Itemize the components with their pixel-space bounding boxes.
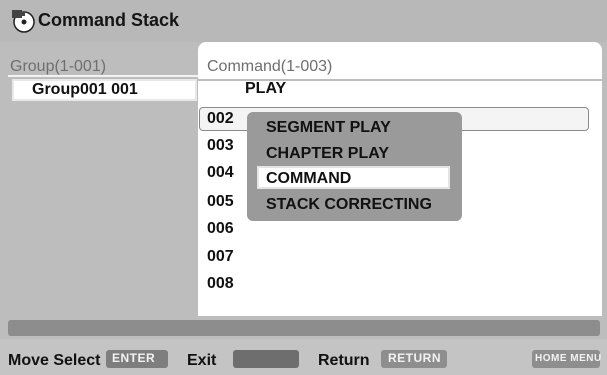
enter-key-label: ENTER [112, 351, 156, 365]
command-row-number[interactable]: 006 [207, 220, 234, 238]
page-title: Command Stack [38, 10, 180, 30]
group-list-item-label: Group001 001 [32, 81, 138, 98]
command-column-header: Command(1-003) [207, 58, 333, 75]
menu-item-segment-play[interactable]: SEGMENT PLAY [266, 119, 391, 137]
menu-item-chapter-play[interactable]: CHAPTER PLAY [266, 145, 389, 163]
return-key-label: RETURN [388, 351, 441, 365]
group-column-header: Group(1-001) [10, 58, 107, 75]
status-bar [8, 320, 600, 336]
command-row-number[interactable]: 005 [207, 193, 234, 211]
return-label: Return [318, 352, 370, 369]
command-row-number[interactable]: 008 [207, 275, 234, 293]
group-divider [8, 75, 198, 77]
home-menu-key-label: HOME MENU [535, 353, 602, 364]
menu-item-stack-correcting[interactable]: STACK CORRECTING [266, 196, 432, 214]
command-row-number[interactable]: 007 [207, 248, 234, 266]
command-row-number[interactable]: 002 [207, 110, 234, 128]
exit-key-badge[interactable] [233, 350, 299, 368]
move-select-label: Move Select [8, 352, 101, 369]
command-row-number[interactable]: 004 [207, 164, 234, 182]
disc-camera-icon [12, 10, 35, 33]
command-row-number[interactable]: 003 [207, 137, 234, 155]
exit-label: Exit [187, 352, 217, 369]
command-row-1-action[interactable]: PLAY [245, 80, 286, 98]
menu-item-command[interactable]: COMMAND [266, 170, 351, 188]
